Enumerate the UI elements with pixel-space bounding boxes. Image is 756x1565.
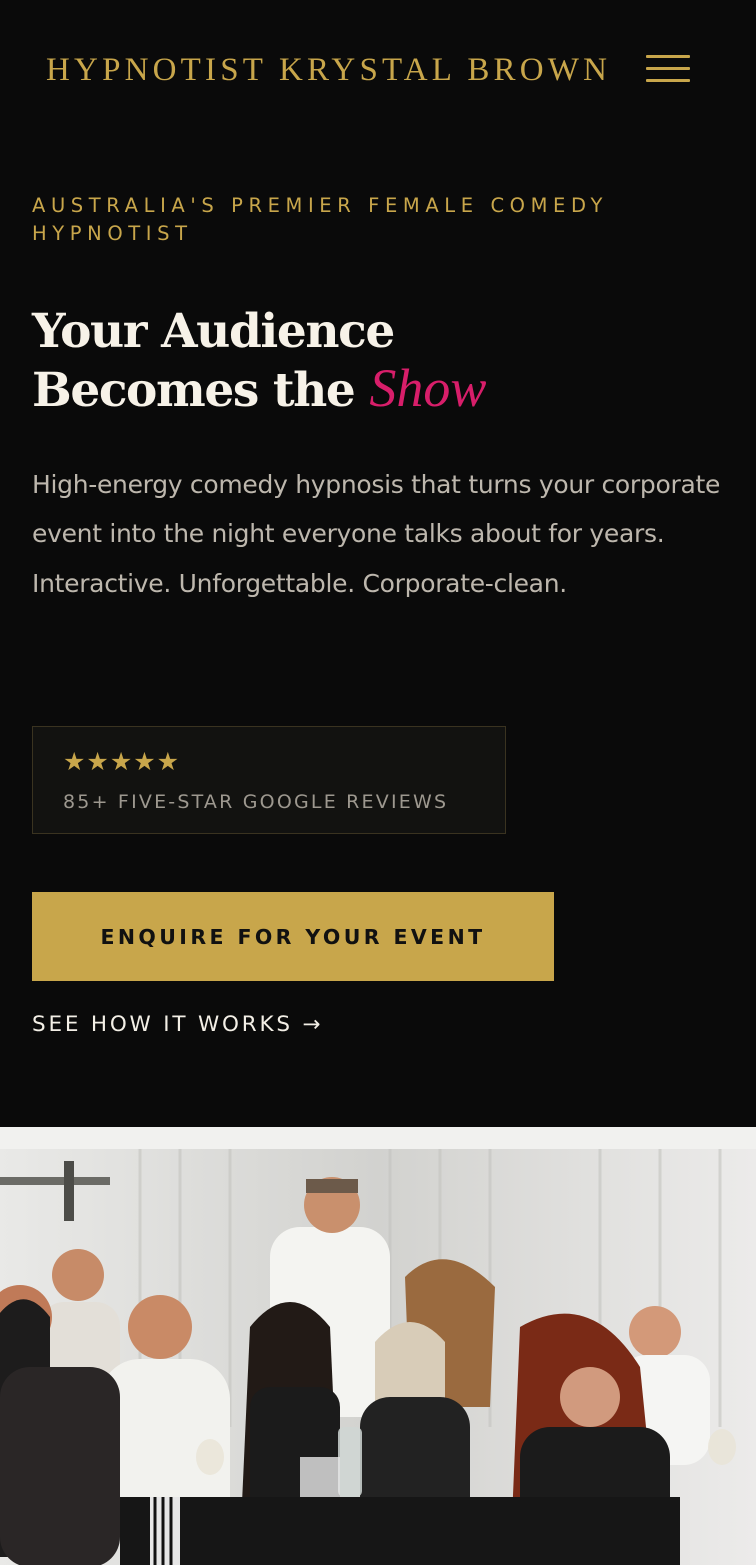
menu-bar	[646, 67, 690, 70]
menu-bar	[646, 79, 690, 82]
site-header: HYPNOTIST KRYSTAL BROWN	[0, 0, 756, 140]
enquire-button[interactable]: ENQUIRE FOR YOUR EVENT	[32, 892, 554, 981]
hamburger-menu-icon[interactable]	[640, 50, 696, 90]
see-how-it-works-link[interactable]: SEE HOW IT WORKS →	[32, 1012, 323, 1037]
hero-lead: High-energy comedy hypnosis that turns y…	[32, 470, 721, 598]
hero-headline: Your Audience Becomes the Show	[32, 304, 722, 419]
reviews-label: 85+ FIVE-STAR GOOGLE REVIEWS	[63, 791, 449, 813]
audience-photo	[0, 1127, 756, 1565]
brand-logo[interactable]: HYPNOTIST KRYSTAL BROWN	[46, 52, 611, 89]
headline-line-2: Becomes the	[32, 363, 356, 418]
reviews-badge: ★★★★★ 85+ FIVE-STAR GOOGLE REVIEWS	[32, 726, 506, 834]
headline-line-1: Your Audience	[32, 304, 395, 359]
hero-eyebrow: AUSTRALIA'S PREMIER FEMALE COMEDY HYPNOT…	[32, 194, 609, 245]
star-rating-icon: ★★★★★	[63, 747, 181, 776]
menu-bar	[646, 55, 690, 58]
headline-accent: Show	[369, 358, 487, 418]
